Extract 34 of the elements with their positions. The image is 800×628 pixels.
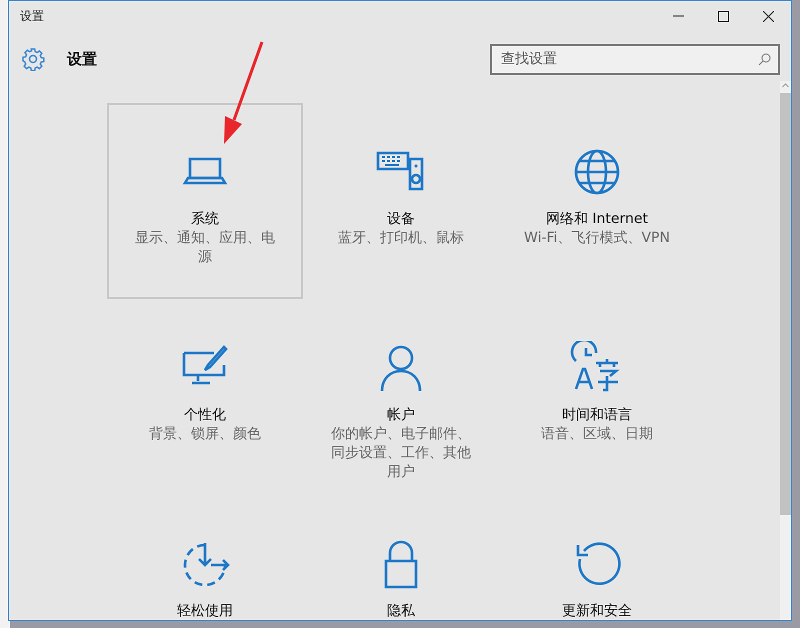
settings-tile[interactable]: 系统 显示、通知、应用、电源 (107, 103, 303, 299)
page-title: 设置 (67, 48, 97, 70)
tile-title: 系统 (191, 210, 219, 229)
settings-tile[interactable]: 个性化 背景、锁屏、颜色 (107, 299, 303, 495)
search-icon (758, 52, 771, 66)
close-icon (763, 10, 774, 22)
tile-title: 设备 (387, 210, 415, 229)
tile-description: 背景、锁屏、颜色 (148, 425, 262, 444)
settings-icon (21, 47, 45, 71)
tile-description: 语音、区域、日期 (540, 425, 654, 444)
tile-title: 网络和 Internet (546, 210, 648, 229)
tile-description: Wi-Fi、飞行模式、VPN (523, 229, 671, 248)
settings-tile[interactable]: 更新和安全 (499, 495, 695, 620)
settings-tile[interactable]: 帐户 你的帐户、电子邮件、同步设置、工作、其他用户 (303, 299, 499, 495)
settings-tile[interactable]: 设备 蓝牙、打印机、鼠标 (303, 103, 499, 299)
scrollbar[interactable] (780, 81, 791, 620)
settings-tile[interactable]: 隐私 (303, 495, 499, 620)
settings-tile[interactable]: 网络和 Internet Wi-Fi、飞行模式、VPN (499, 103, 695, 299)
tile-title: 时间和语言 (562, 406, 632, 425)
window-title: 设置 (19, 8, 44, 25)
maximize-icon (718, 10, 729, 22)
tile-title: 轻松使用 (177, 602, 233, 620)
tile-description: 蓝牙、打印机、鼠标 (337, 229, 465, 248)
tile-title: 隐私 (387, 602, 415, 620)
scroll-up-icon[interactable] (782, 83, 789, 88)
tile-title: 帐户 (387, 406, 415, 425)
minimize-icon (673, 15, 684, 17)
tile-title: 个性化 (184, 406, 226, 425)
settings-tile[interactable]: 轻松使用 (107, 495, 303, 620)
tile-title: 更新和安全 (562, 602, 632, 620)
tile-description: 显示、通知、应用、电源 (134, 229, 276, 267)
tile-description: 你的帐户、电子邮件、同步设置、工作、其他用户 (330, 425, 472, 482)
settings-tile[interactable]: 时间和语言 语音、区域、日期 (499, 299, 695, 495)
search-field[interactable]: 查找设置 (490, 44, 780, 74)
